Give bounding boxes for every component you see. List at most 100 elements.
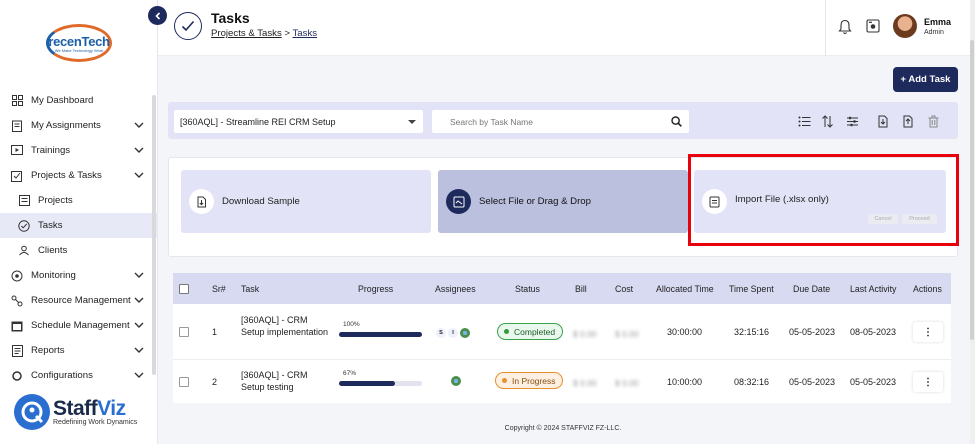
upload-icon — [446, 189, 471, 214]
sidebar-item-label: Resource Management — [31, 295, 131, 306]
row-progress-label: 67% — [343, 370, 357, 377]
logo-text-a: recen — [48, 33, 82, 49]
sidebar-item-configurations[interactable]: Configurations — [0, 363, 158, 388]
row-due-date: 05-05-2023 — [789, 377, 836, 387]
col-due-date: Due Date — [793, 283, 831, 294]
sidebar-item-label: Tasks — [38, 220, 63, 231]
download-sample-label: Download Sample — [222, 196, 300, 207]
import-file-icon[interactable] — [876, 115, 889, 128]
chevron-down-icon — [134, 372, 144, 378]
row-task-name[interactable]: [360AQL] - CRM Setup implementation — [241, 314, 331, 338]
resource-icon — [11, 295, 23, 307]
schedule-icon — [11, 320, 23, 332]
sidebar-item-trainings[interactable]: Trainings — [0, 138, 158, 163]
table-row[interactable]: 1 [360AQL] - CRM Setup implementation 10… — [173, 304, 951, 360]
avatar[interactable] — [893, 14, 917, 38]
table-row[interactable]: 2 [360AQL] - CRM Setup testing 67% In Pr… — [173, 360, 951, 403]
sidebar-item-schedule-management[interactable]: Schedule Management — [0, 313, 158, 338]
training-icon — [11, 145, 23, 157]
sidebar-item-label: Projects & Tasks — [31, 170, 102, 181]
chevron-down-icon — [134, 147, 144, 153]
row-checkbox[interactable] — [179, 377, 189, 387]
row-cost: $ 0.00 — [615, 329, 639, 339]
status-badge: Completed — [497, 323, 564, 340]
list-view-icon[interactable] — [798, 115, 811, 128]
status-badge: In Progress — [495, 372, 564, 389]
row-allocated-time: 10:00:00 — [667, 377, 703, 387]
row-task-name[interactable]: [360AQL] - CRM Setup testing — [241, 369, 331, 393]
row-actions-button[interactable]: ⋮ — [913, 372, 943, 392]
row-actions-button[interactable]: ⋮ — [913, 322, 943, 342]
highlight-annotation — [688, 154, 959, 246]
sidebar-item-label: Clients — [38, 245, 68, 256]
row-due-date: 05-05-2023 — [789, 327, 836, 337]
search-input[interactable] — [432, 110, 689, 133]
sidebar-item-tasks[interactable]: Tasks — [0, 213, 158, 238]
projects-tasks-icon — [11, 170, 23, 182]
col-cost: Cost — [615, 283, 634, 294]
chevron-down-icon — [134, 122, 144, 128]
download-sample-button[interactable]: Download Sample — [181, 170, 431, 233]
bell-icon[interactable] — [838, 19, 852, 35]
breadcrumb-separator: > — [284, 28, 291, 39]
sort-icon[interactable] — [821, 115, 834, 128]
footer-copyright: Copyright © 2024 STAFFVIZ FZ-LLC. — [504, 425, 622, 432]
select-all-checkbox[interactable] — [179, 283, 189, 294]
sidebar-item-my-assignments[interactable]: My Assignments — [0, 113, 158, 138]
col-status: Status — [515, 283, 540, 294]
assignee-avatar[interactable] — [460, 328, 470, 338]
sidebar-item-monitoring[interactable]: Monitoring — [0, 263, 158, 288]
chevron-down-icon — [134, 322, 144, 328]
sidebar-item-projects[interactable]: Projects — [0, 188, 158, 213]
sidebar-scrollbar[interactable] — [152, 95, 156, 375]
row-last-activity: 08-05-2023 — [850, 327, 897, 337]
row-progress-bar — [339, 332, 422, 337]
assignee-avatar[interactable]: I — [448, 328, 458, 338]
breadcrumb-projects-tasks[interactable]: Projects & Tasks — [211, 28, 282, 39]
user-name[interactable]: Emma — [924, 17, 951, 27]
row-checkbox[interactable] — [179, 327, 189, 337]
row-progress-label: 100% — [343, 321, 360, 328]
company-logo[interactable]: recenTech We Make Technology Work — [40, 22, 118, 64]
add-task-button[interactable]: + Add Task — [893, 67, 958, 92]
col-time-spent: Time Spent — [729, 283, 774, 294]
filter-sliders-icon[interactable] — [846, 115, 859, 128]
sidebar-item-resource-management[interactable]: Resource Management — [0, 288, 158, 313]
row-bill: $ 0.00 — [573, 329, 597, 339]
project-select-value: [360AQL] - Streamline REI CRM Setup — [180, 116, 336, 127]
breadcrumb: Projects & Tasks > Tasks — [211, 28, 317, 39]
sidebar-item-clients[interactable]: Clients — [0, 238, 158, 263]
status-dot-icon — [502, 378, 507, 383]
row-allocated-time: 30:00:00 — [667, 327, 703, 337]
row-bill: $ 0.00 — [573, 378, 597, 388]
sidebar-item-projects-tasks[interactable]: Projects & Tasks — [0, 163, 158, 188]
project-select[interactable]: [360AQL] - Streamline REI CRM Setup — [174, 110, 423, 133]
assignments-icon — [11, 120, 23, 132]
logo-text-b: Tech — [81, 33, 110, 49]
assignee-avatar[interactable] — [451, 376, 461, 386]
sidebar-item-label: Configurations — [31, 370, 93, 381]
screenshot-icon[interactable] — [866, 19, 880, 33]
page-scrollbar[interactable] — [970, 0, 975, 444]
sidebar-item-reports[interactable]: Reports — [0, 338, 158, 363]
chevron-down-icon — [134, 172, 144, 178]
brand-tagline: Redefining Work Dynamics — [53, 418, 138, 426]
breadcrumb-tasks[interactable]: Tasks — [293, 28, 318, 39]
search-icon[interactable] — [671, 116, 682, 127]
select-file-label: Select File or Drag & Drop — [479, 196, 591, 207]
assignee-avatar[interactable]: S — [436, 328, 446, 338]
status-text: Completed — [514, 326, 556, 337]
export-file-icon[interactable] — [901, 115, 914, 128]
trash-icon[interactable] — [927, 115, 940, 128]
col-task: Task — [241, 283, 260, 294]
sidebar-collapse-button[interactable] — [148, 6, 167, 25]
row-last-activity: 05-05-2023 — [850, 377, 897, 387]
select-file-dropzone[interactable]: Select File or Drag & Drop — [438, 170, 688, 233]
status-text: In Progress — [512, 375, 556, 386]
staffviz-mark-icon — [14, 394, 50, 430]
sidebar-item-my-dashboard[interactable]: My Dashboard — [0, 88, 158, 113]
tasks-icon — [18, 219, 30, 232]
row-progress-fill — [339, 381, 395, 386]
col-sr: Sr# — [212, 283, 226, 294]
page-scrollbar-thumb[interactable] — [970, 40, 974, 340]
